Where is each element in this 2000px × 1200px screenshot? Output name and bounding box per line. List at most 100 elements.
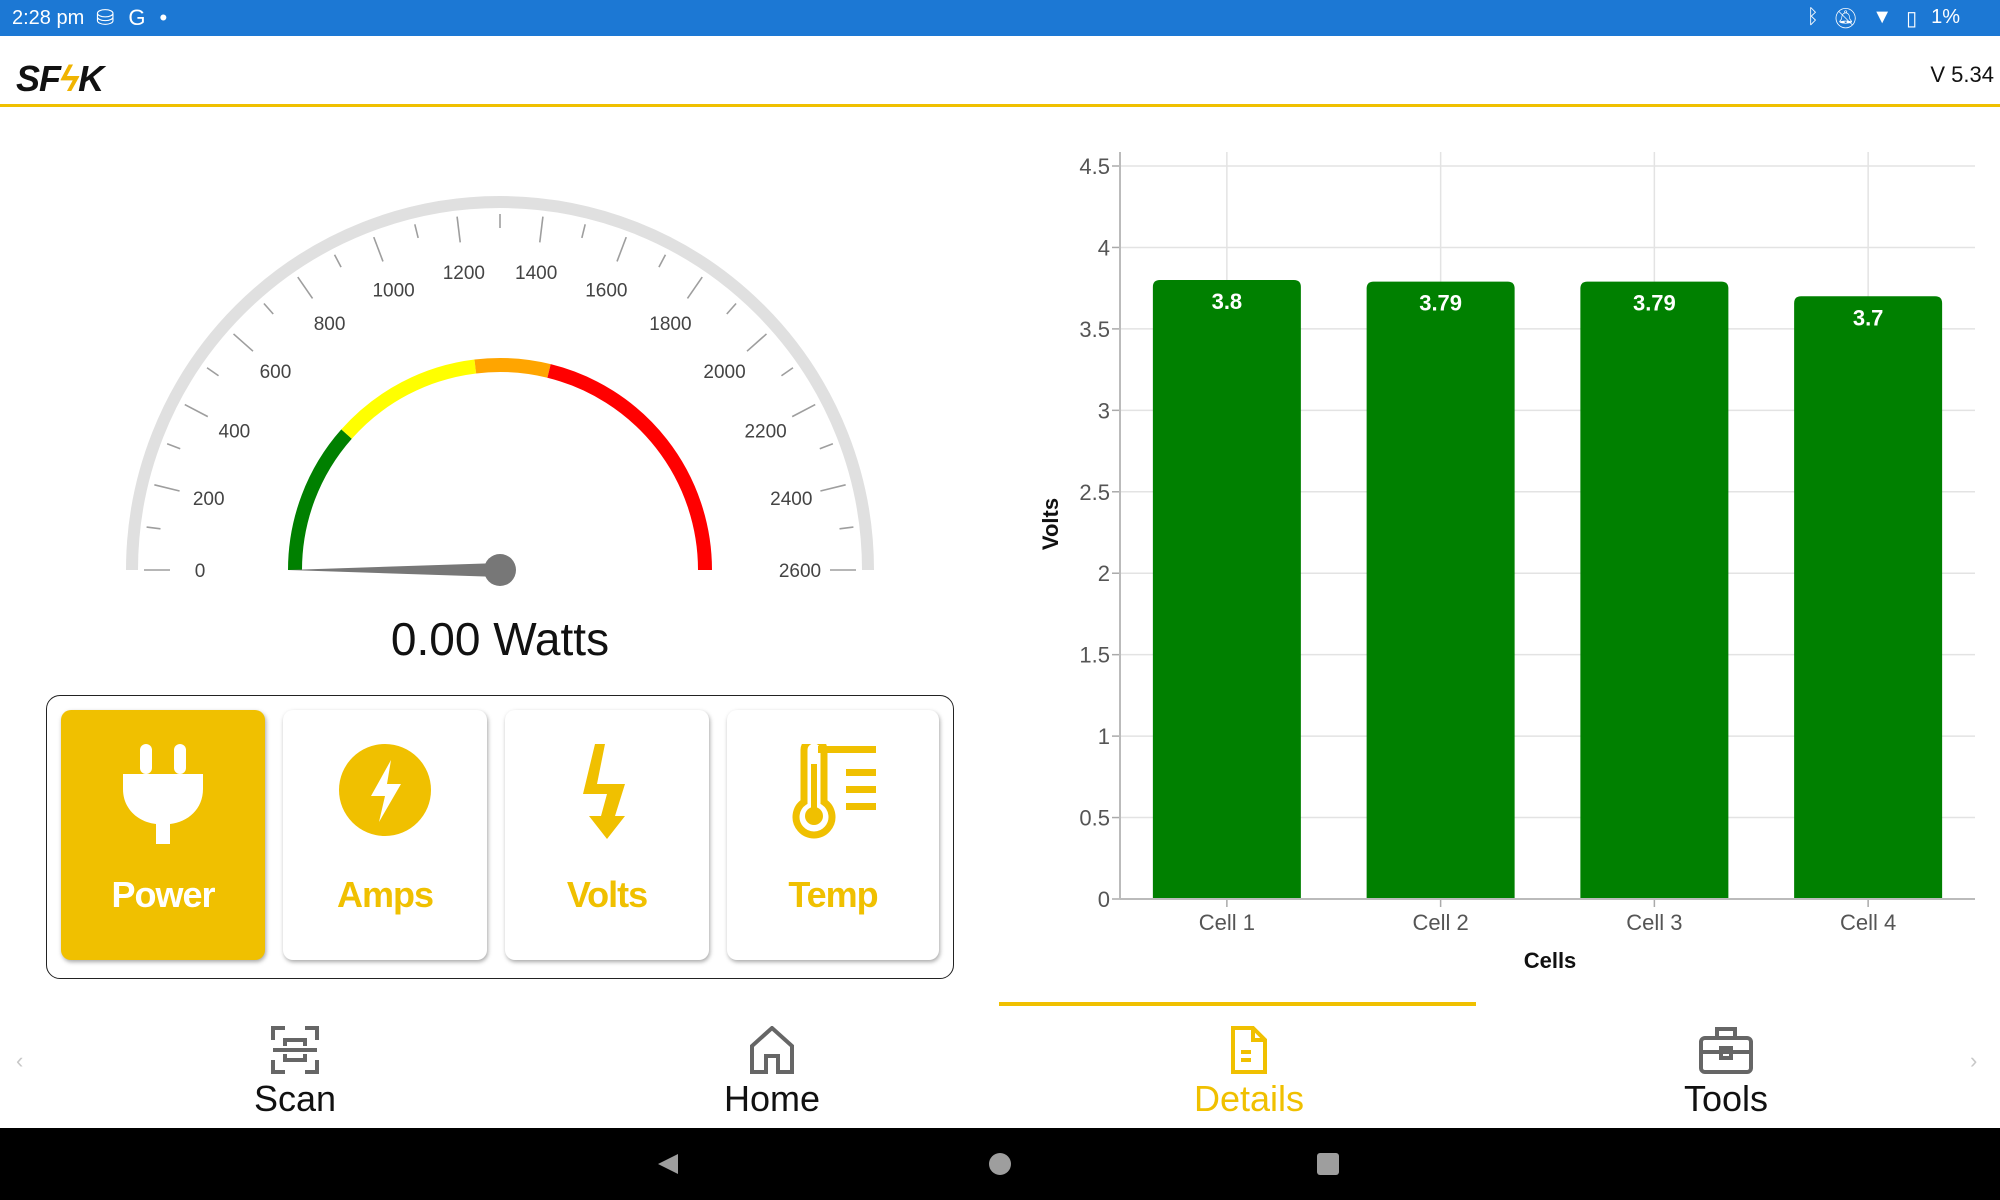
lightning-arrow-icon [505, 744, 709, 844]
mute-icon: 🔕︎ [1832, 8, 1859, 30]
power-gauge: 0 200 400 600 800 1000 1200 1400 1600 1800 2000 220… [126, 196, 874, 586]
y-tick-label: 3 [1098, 398, 1110, 423]
gauge-major-tick [686, 276, 703, 299]
notification-icons: ⛁G• [96, 5, 182, 30]
home-circle-icon[interactable] [988, 1152, 1012, 1176]
gauge-tick-label: 2200 [744, 422, 786, 443]
back-icon[interactable] [656, 1152, 680, 1176]
toolbox-icon [1488, 1026, 1964, 1074]
gauge-minor-tick [414, 224, 419, 239]
amps-label: Amps [336, 874, 434, 915]
cell-voltage-chart: Volts Cells 0 0.5 1 1.5 2 2.5 3 3.5 4 4.5 3.8 Cell … [1038, 152, 1975, 973]
gauge-outer-arc [126, 196, 874, 571]
nav-details-label: Details [1193, 1078, 1305, 1119]
x-tick-label: Cell 1 [1199, 910, 1255, 935]
plug-icon [61, 744, 265, 844]
nav-home[interactable]: Home [534, 1020, 1010, 1128]
gauge-tick-label: 800 [314, 314, 346, 335]
bar [1580, 281, 1729, 899]
gauge-needle [288, 563, 500, 577]
power-button[interactable]: Power [61, 710, 265, 960]
gauge-color-band [341, 359, 477, 439]
power-label: Power [111, 874, 215, 915]
gauge-tick-label: 200 [193, 489, 225, 510]
status-time: 2:28 pm [12, 7, 85, 29]
temp-label: Temp [788, 874, 878, 915]
gauge-minor-tick [839, 526, 854, 530]
gauge-major-tick [232, 333, 254, 352]
gauge-minor-tick [206, 367, 219, 377]
nav-scan[interactable]: Scan [57, 1020, 533, 1128]
gauge-color-band [547, 364, 712, 571]
gauge-minor-tick [263, 302, 274, 315]
gauge-major-tick [184, 403, 209, 418]
active-tab-indicator [999, 1002, 1476, 1006]
x-axis-label: Cells [1524, 948, 1577, 973]
y-tick-label: 0.5 [1079, 806, 1110, 831]
gauge-major-tick [616, 236, 627, 262]
battery-percent: 1% [1931, 6, 1960, 28]
gauge-tick-label: 2600 [779, 561, 821, 582]
app-header: SFϟK V 5.34 [0, 36, 2000, 107]
gauge-minor-tick [146, 526, 161, 530]
volts-label: Volts [566, 874, 648, 915]
gauge-color-band [288, 429, 352, 571]
gauge-color-band [474, 358, 551, 378]
y-tick-label: 2 [1098, 561, 1110, 586]
gauge-minor-tick [781, 367, 794, 377]
gauge-minor-tick [166, 443, 181, 450]
y-tick-label: 3.5 [1079, 317, 1110, 342]
gauge-minor-tick [819, 443, 834, 450]
nav-scan-label: Scan [253, 1078, 337, 1119]
bar [1366, 281, 1515, 899]
status-bar: 2:28 pm ⛁G• ᛒ 🔕︎ ▼ ▯ 1% [0, 0, 2000, 36]
gauge-major-tick [538, 216, 544, 243]
nav-details[interactable]: Details [1011, 1020, 1487, 1128]
nav-tools[interactable]: Tools [1488, 1020, 1964, 1128]
version-label: V 5.34 [1930, 62, 1994, 87]
nav-tools-label: Tools [1683, 1078, 1769, 1119]
bar [1794, 296, 1943, 899]
gauge-tick-label: 1000 [372, 280, 414, 301]
bar-data-label: 3.8 [1212, 289, 1243, 314]
gauge-major-tick [373, 236, 384, 262]
amps-button[interactable]: Amps [283, 710, 487, 960]
y-tick-label: 4.5 [1079, 154, 1110, 179]
bar-data-label: 3.79 [1633, 291, 1676, 316]
y-tick-label: 1.5 [1079, 643, 1110, 668]
gauge-readout: 0.00 Watts [390, 613, 610, 665]
volts-button[interactable]: Volts [505, 710, 709, 960]
temp-button[interactable]: Temp [727, 710, 939, 960]
gauge-minor-tick [726, 302, 737, 315]
bluetooth-icon: ᛒ [1806, 6, 1819, 28]
nav-prev-arrow[interactable]: ‹ [16, 1048, 23, 1074]
gauge-tick-label: 2000 [703, 362, 745, 383]
y-tick-label: 4 [1098, 235, 1110, 260]
y-tick-label: 0 [1098, 887, 1110, 912]
nav-next-arrow[interactable]: › [1970, 1048, 1977, 1074]
recents-icon[interactable] [1316, 1152, 1340, 1176]
gauge-major-tick [297, 276, 314, 299]
gauge-minor-tick [333, 254, 342, 268]
gauge-major-tick [820, 484, 846, 492]
mode-selector: Power Amps Volts Temp [46, 695, 954, 979]
gauge-tick-label: 0 [195, 561, 206, 582]
document-icon [1011, 1026, 1487, 1074]
android-nav-bar [0, 1128, 2000, 1200]
y-tick-label: 1 [1098, 724, 1110, 749]
gauge-tick-label: 1800 [649, 314, 691, 335]
bolt-circle-icon [283, 744, 487, 844]
gauge-tick-label: 1200 [443, 263, 485, 284]
gauge-tick-label: 400 [219, 422, 251, 443]
gauge-tick-label: 600 [260, 362, 292, 383]
thermometer-icon [727, 744, 939, 844]
bar-data-label: 3.79 [1419, 291, 1462, 316]
gauge-tick-label: 2400 [770, 489, 812, 510]
x-tick-label: Cell 3 [1626, 910, 1682, 935]
home-icon [534, 1026, 1010, 1074]
gauge-needle-hub [484, 554, 516, 586]
gauge-major-tick [154, 484, 180, 492]
gauge-tick-label: 1600 [585, 280, 627, 301]
bar-data-label: 3.7 [1853, 305, 1884, 330]
nav-home-label: Home [723, 1078, 821, 1119]
